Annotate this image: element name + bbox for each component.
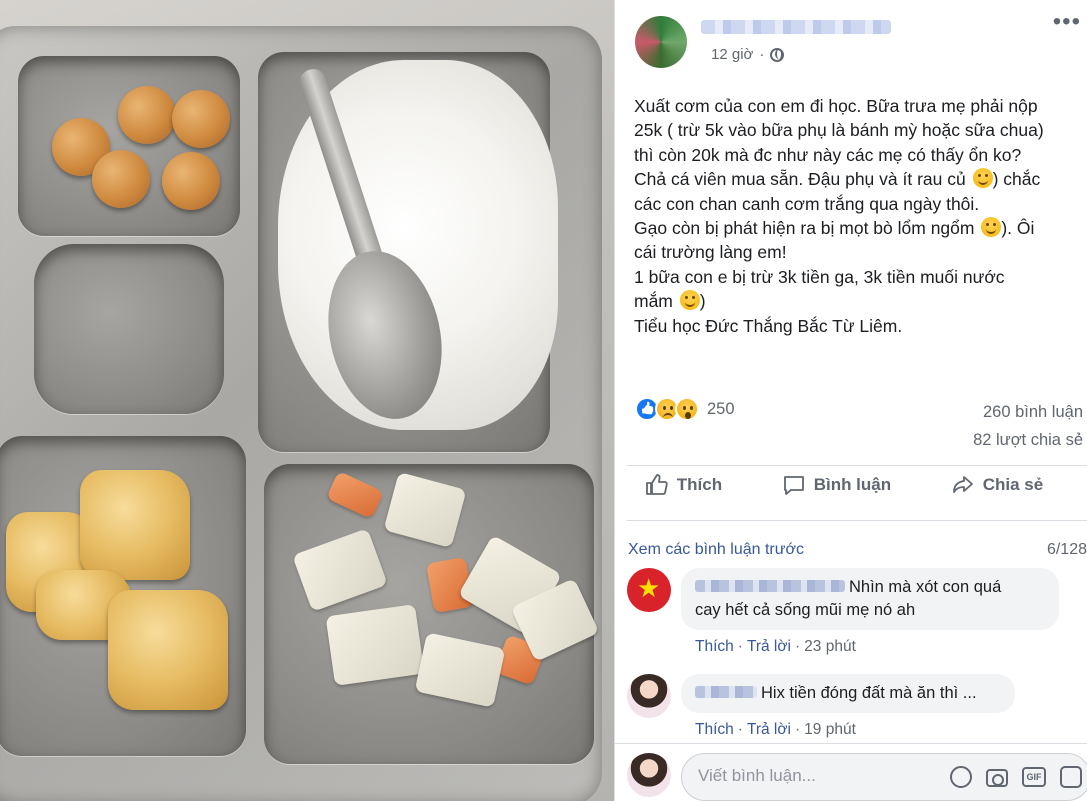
fishball	[172, 90, 230, 148]
comment-button-label: Bình luận	[813, 475, 892, 494]
comment-text: Hix tiền đóng đất mà ăn thì ...	[761, 684, 977, 702]
comment-time[interactable]: 19 phút	[804, 721, 856, 738]
share-button[interactable]: Chia sẻ	[951, 473, 1043, 497]
comment-composer[interactable]: GIF	[681, 753, 1087, 801]
composer-tools: GIF	[950, 766, 1082, 788]
post-text-line: Gạo còn bị phát hiện ra bị mọt bò lổm ng…	[634, 216, 1087, 240]
comment-reply-link[interactable]: Trả lời	[747, 721, 791, 738]
comments-section: Xem các bình luận trước 6/128 Nhìn mà xó…	[615, 522, 1087, 801]
post-text-segment: Gạo còn bị phát hiện ra bị mọt bò lổm ng…	[634, 218, 975, 239]
comments-counter: 6/128	[1046, 541, 1087, 558]
wow-reaction-icon	[675, 397, 699, 421]
fishball	[118, 86, 176, 144]
commenter-name-blurred[interactable]	[695, 580, 845, 592]
post-text-line: mắm )	[634, 289, 1087, 313]
like-button[interactable]: Thích	[645, 473, 722, 497]
reaction-summary[interactable]: 250	[635, 397, 735, 421]
comment-text: Nhìn mà xót con quá	[849, 578, 1002, 596]
post-action-bar: Thích Bình luận Chia sẻ	[615, 473, 1087, 497]
reaction-count[interactable]: 250	[707, 400, 735, 419]
post-text-segment: Chả cá viên mua sẵn. Đậu phụ và ít rau c…	[634, 169, 966, 190]
like-button-label: Thích	[676, 475, 723, 494]
comment-actions: Thích · Trả lời · 23 phút	[695, 638, 856, 656]
divider	[627, 520, 1087, 521]
divider	[627, 465, 1087, 466]
post-meta: 12 giờ ·	[711, 46, 785, 63]
tofu-piece	[108, 590, 228, 710]
comment-actions: Thích · Trả lời · 19 phút	[695, 721, 856, 739]
more-options-icon[interactable]: •••	[1053, 8, 1081, 36]
smile-emoji-icon	[972, 168, 993, 189]
post-text-line: Tiểu học Đức Thắng Bắc Từ Liêm.	[634, 315, 903, 336]
post-text-line: thì còn 20k mà đc như này các mẹ có thấy…	[634, 144, 1022, 165]
post-text-line: Xuất cơm của con em đi học. Bữa trưa mẹ …	[634, 96, 1038, 116]
post-text-segment: ) chắc	[992, 169, 1041, 190]
dot-separator: ·	[794, 721, 801, 738]
share-button-label: Chia sẻ	[982, 475, 1044, 494]
comment-line: cay hết cả sống mũi mẹ nó ah	[695, 601, 916, 619]
globe-icon	[770, 47, 785, 62]
dot-separator: ·	[737, 721, 743, 738]
author-avatar[interactable]	[635, 16, 687, 68]
comment-button[interactable]: Bình luận	[782, 473, 891, 497]
gif-icon[interactable]: GIF	[1022, 767, 1046, 787]
fishball	[92, 150, 150, 208]
post-text-line: cái trường làng em!	[634, 242, 787, 263]
post-text-line: 25k ( trừ 5k vào bữa phụ là bánh mỳ hoặc…	[634, 120, 1044, 141]
tray-compartment-soup	[34, 244, 224, 414]
comments-count[interactable]: 260 bình luận	[973, 398, 1083, 426]
comment-like-link[interactable]: Thích	[695, 721, 734, 738]
see-previous-comments-link[interactable]: Xem các bình luận trước	[628, 541, 804, 559]
comment-line: Hix tiền đóng đất mà ăn thì ...	[695, 682, 1001, 705]
comment-input[interactable]	[698, 766, 918, 786]
comment-time[interactable]: 23 phút	[804, 638, 856, 655]
tofu-piece	[80, 470, 190, 580]
commenter-avatar[interactable]	[627, 674, 671, 718]
dot-separator: ·	[737, 638, 743, 655]
post-text-segment: )	[699, 291, 706, 312]
commenter-avatar[interactable]	[627, 568, 671, 612]
fishball	[162, 152, 220, 210]
sticker-icon[interactable]	[1060, 766, 1082, 788]
share-arrow-icon	[952, 476, 973, 493]
current-user-avatar[interactable]	[627, 753, 671, 797]
comment-bubble: Nhìn mà xót con quá cay hết cả sống mũi …	[681, 568, 1059, 630]
food-tray-photo	[0, 0, 614, 801]
camera-icon[interactable]	[986, 769, 1008, 787]
dot-separator: ·	[794, 638, 801, 655]
smile-emoji-icon	[679, 290, 700, 311]
comment-line: Nhìn mà xót con quá	[695, 576, 1045, 599]
emoji-icon[interactable]	[950, 766, 972, 788]
shares-count[interactable]: 82 lượt chia sẻ	[973, 426, 1083, 454]
post-text-line: các con chan canh cơm trắng qua ngày thô…	[634, 193, 980, 214]
post-text-line: 1 bữa con e bị trừ 3k tiền ga, 3k tiền m…	[634, 266, 1005, 287]
thumbs-up-icon	[645, 474, 668, 495]
divider	[615, 743, 1087, 744]
comment-reply-link[interactable]: Trả lời	[747, 638, 791, 655]
post-time[interactable]: 12 giờ	[711, 46, 753, 63]
post-stats: 260 bình luận 82 lượt chia sẻ	[973, 398, 1083, 454]
author-name-blurred[interactable]	[701, 20, 891, 34]
comment-bubble: Hix tiền đóng đất mà ăn thì ...	[681, 674, 1015, 713]
dot-separator: ·	[759, 46, 765, 63]
post-panel: 12 giờ · ••• Xuất cơm của con em đi học.…	[615, 0, 1087, 801]
commenter-name-blurred[interactable]	[695, 686, 757, 698]
speech-bubble-icon	[783, 476, 804, 495]
radish-slice	[325, 604, 425, 686]
smile-emoji-icon	[981, 217, 1002, 238]
post-text-line: Chả cá viên mua sẵn. Đậu phụ và ít rau c…	[634, 167, 1087, 191]
post-text-segment: mắm	[634, 291, 673, 312]
post-text-segment: ). Ôi	[1001, 218, 1035, 239]
post-body-text: Xuất cơm của con em đi học. Bữa trưa mẹ …	[634, 94, 1087, 338]
comment-like-link[interactable]: Thích	[695, 638, 734, 655]
